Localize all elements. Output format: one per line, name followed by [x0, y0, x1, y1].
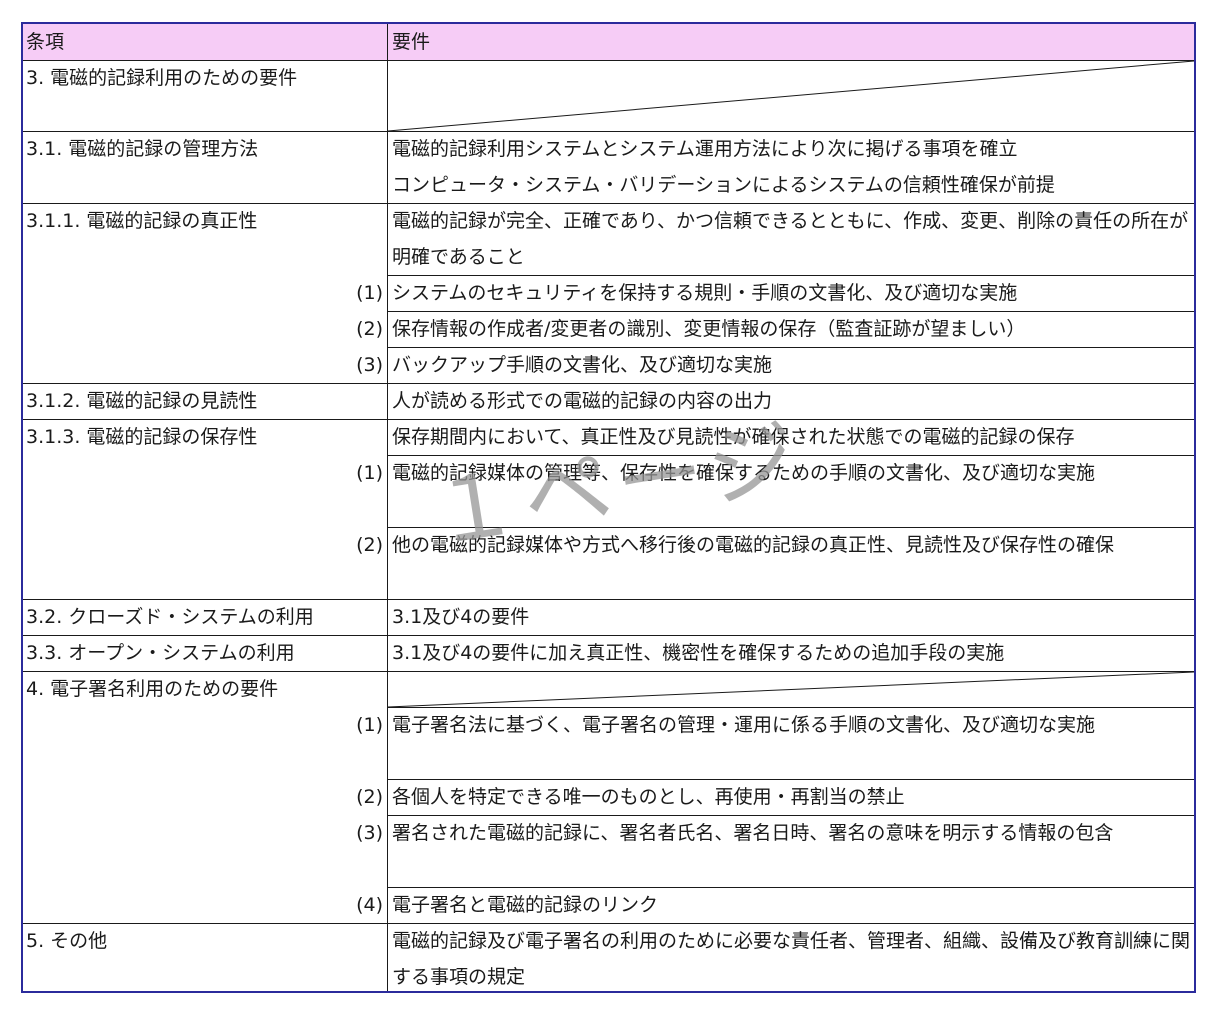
header-requirement: 要件: [392, 31, 431, 53]
req-3-1-1-3: バックアップ手順の文書化、及び適切な実施: [392, 354, 773, 376]
item-number: (1): [356, 282, 383, 304]
req-3-1-1-1: システムのセキュリティを保持する規則・手順の文書化、及び適切な実施: [392, 282, 1018, 304]
diagonal-strike: [387, 60, 1195, 132]
item-number: (2): [356, 786, 383, 808]
clause-4: 4. 電子署名利用のための要件: [26, 678, 279, 700]
clause-3-1-2: 3.1.2. 電磁的記録の見読性: [26, 390, 258, 412]
clause-3-3: 3.3. オープン・システムの利用: [26, 642, 295, 664]
clause-3-1-3: 3.1.3. 電磁的記録の保存性: [26, 426, 258, 448]
req-3-1-line1: 電磁的記録利用システムとシステム運用方法により次に掲げる事項を確立: [392, 138, 1018, 160]
req-4-1: 電子署名法に基づく、電子署名の管理・運用に係る手順の文書化、及び適切な実施: [392, 714, 1096, 736]
diagonal-strike: [387, 671, 1195, 708]
req-3-3: 3.1及び4の要件に加え真正性、機密性を確保するための追加手段の実施: [392, 642, 1005, 664]
req-4-4: 電子署名と電磁的記録のリンク: [392, 894, 659, 916]
req-3-2: 3.1及び4の要件: [392, 606, 530, 628]
req-4-3: 署名された電磁的記録に、署名者氏名、署名日時、署名の意味を明示する情報の包含: [392, 822, 1114, 844]
item-number: (3): [356, 822, 383, 844]
item-number: (1): [356, 462, 383, 484]
req-5: 電磁的記録及び電子署名の利用のために必要な責任者、管理者、組織、設備及び教育訓練…: [392, 930, 1191, 988]
clause-3-1: 3.1. 電磁的記録の管理方法: [26, 138, 259, 160]
item-number: (1): [356, 714, 383, 736]
req-4-2: 各個人を特定できる唯一のものとし、再使用・再割当の禁止: [392, 786, 905, 808]
req-3-1-1: 電磁的記録が完全、正確であり、かつ信頼できるとともに、作成、変更、削除の責任の所…: [392, 210, 1189, 268]
req-3-1-line2: コンピュータ・システム・バリデーションによるシステムの信頼性確保が前提: [392, 174, 1055, 196]
clause-3-2: 3.2. クローズド・システムの利用: [26, 606, 314, 628]
req-3-1-1-2: 保存情報の作成者/変更者の識別、変更情報の保存（監査証跡が望ましい）: [392, 318, 1026, 340]
clause-3: 3. 電磁的記録利用のための要件: [26, 67, 298, 89]
header-clause: 条項: [26, 31, 65, 53]
item-number: (2): [356, 318, 383, 340]
clause-5: 5. その他: [26, 930, 108, 952]
item-number: (2): [356, 534, 383, 556]
item-number: (3): [356, 354, 383, 376]
clause-3-1-1: 3.1.1. 電磁的記録の真正性: [26, 210, 258, 232]
item-number: (4): [356, 894, 383, 916]
